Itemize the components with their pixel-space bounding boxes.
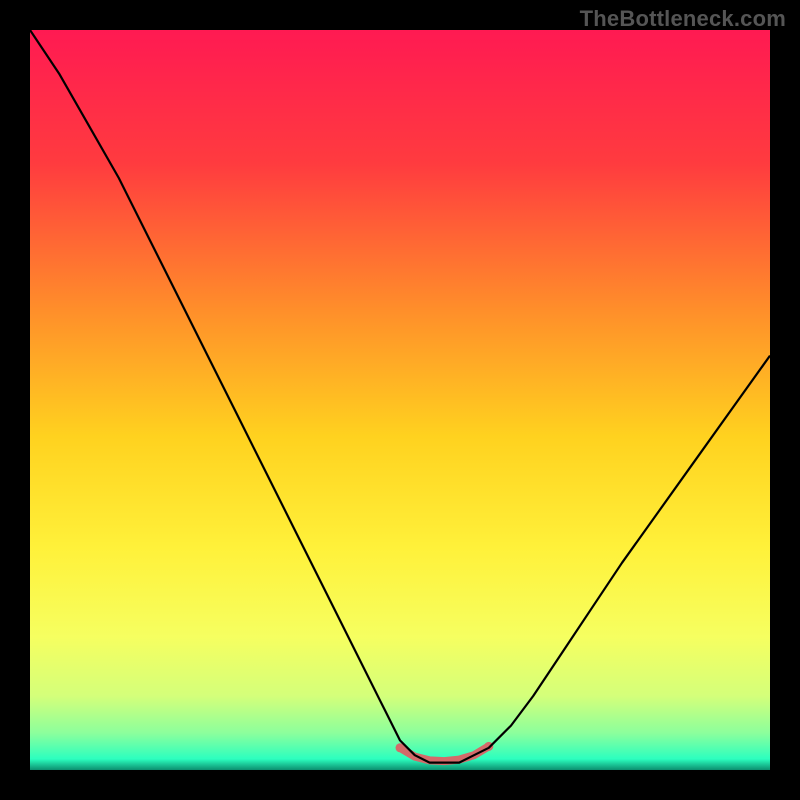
bottleneck-chart	[30, 30, 770, 770]
watermark-text: TheBottleneck.com	[580, 6, 786, 32]
plot-area	[30, 30, 770, 770]
chart-frame: TheBottleneck.com	[0, 0, 800, 800]
gradient-background	[30, 30, 770, 770]
